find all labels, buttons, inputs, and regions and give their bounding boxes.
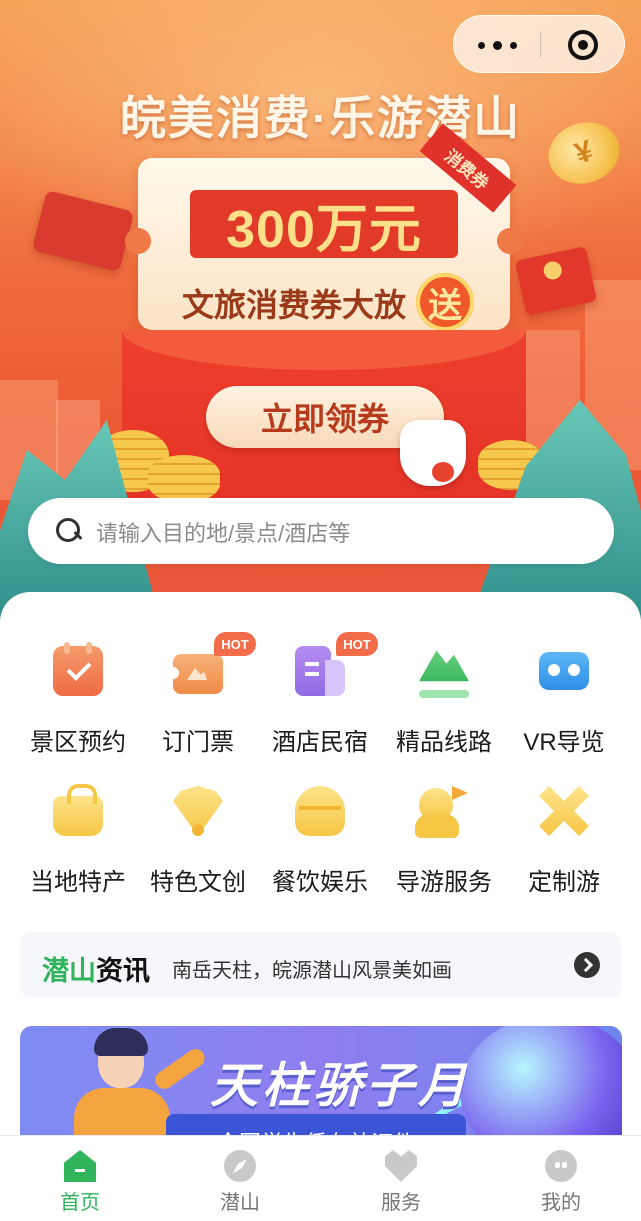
- service-label: 景区预约: [30, 729, 126, 756]
- mountain-icon: [419, 650, 469, 682]
- ticket-icon: [167, 654, 223, 694]
- service-hotels[interactable]: HOT 酒店民宿: [256, 632, 384, 756]
- service-routes[interactable]: 精品线路: [380, 632, 508, 756]
- news-headline: 南岳天柱，皖源潜山风景美如画: [172, 960, 452, 982]
- coupon-subtitle: 文旅消费券大放: [182, 287, 407, 323]
- search-input[interactable]: 请输入目的地/景点/酒店等: [28, 498, 614, 564]
- coin-stack-icon: [148, 455, 220, 503]
- hotel-icon: [295, 646, 345, 696]
- tab-services[interactable]: 服务: [321, 1136, 481, 1221]
- home-icon: [64, 1150, 96, 1182]
- compass-icon: [224, 1150, 256, 1182]
- hero-title: 皖美消费·乐游潜山: [119, 92, 522, 144]
- fan-pivot: [192, 824, 204, 836]
- person-hair: [94, 1028, 148, 1056]
- vr-glasses-icon: [539, 652, 589, 690]
- service-dining[interactable]: 餐饮娱乐: [256, 772, 384, 896]
- tab-label: 潜山: [220, 1192, 260, 1214]
- bowl-icon: [295, 786, 345, 836]
- person-arm: [151, 1045, 209, 1093]
- news-brand: 潜山资讯: [42, 956, 150, 987]
- mountain-base: [419, 690, 469, 698]
- chevron-right-icon[interactable]: [574, 952, 600, 978]
- service-label: VR导览: [523, 729, 605, 756]
- service-label: 特色文创: [150, 869, 246, 896]
- service-label: 精品线路: [396, 729, 492, 756]
- search-icon: [56, 518, 80, 542]
- tab-label: 我的: [541, 1192, 581, 1214]
- tab-home[interactable]: 首页: [0, 1136, 160, 1221]
- bottom-tab-bar: 首页 潜山 服务 我的: [0, 1135, 641, 1221]
- hero-banner[interactable]: 皖美消费·乐游潜山 ¥ 消费券 300万元 文旅消费券大放 送 立即领券 请输入…: [0, 0, 641, 620]
- service-tour-guide[interactable]: 导游服务: [380, 772, 508, 896]
- promo-title: 天柱骄子月: [210, 1060, 471, 1113]
- service-label: 导游服务: [396, 869, 492, 896]
- custom-tour-icon: [539, 786, 589, 836]
- hot-badge: HOT: [214, 632, 256, 656]
- tour-guide-body: [415, 814, 459, 838]
- service-scenic-reservation[interactable]: 景区预约: [14, 632, 142, 756]
- service-label: 订门票: [162, 729, 234, 756]
- tab-label: 首页: [60, 1192, 100, 1214]
- more-dots-icon[interactable]: [454, 16, 540, 74]
- service-label: 当地特产: [30, 869, 126, 896]
- tab-label: 服务: [381, 1192, 421, 1214]
- service-label: 定制游: [528, 869, 600, 896]
- service-cultural-creative[interactable]: 特色文创: [134, 772, 262, 896]
- pointing-hand-icon: [400, 420, 466, 486]
- service-tickets[interactable]: HOT 订门票: [134, 632, 262, 756]
- service-label: 餐饮娱乐: [272, 869, 368, 896]
- miniprogram-capsule: [453, 15, 625, 73]
- coupon-amount: 300万元: [190, 190, 458, 259]
- service-vr-tour[interactable]: VR导览: [500, 632, 628, 756]
- calendar-check-icon: [53, 642, 103, 696]
- close-target-icon[interactable]: [540, 16, 626, 74]
- main-content: 景区预约 HOT 订门票 HOT 酒店民宿 精品线路 VR导览 当地特产 特色文…: [0, 592, 641, 1156]
- profile-icon: [545, 1150, 577, 1182]
- service-local-products[interactable]: 当地特产: [14, 772, 142, 896]
- shopping-bag-icon: [53, 784, 103, 836]
- news-bar[interactable]: 潜山资讯 南岳天柱，皖源潜山风景美如画: [20, 932, 621, 998]
- service-icon: [385, 1150, 417, 1182]
- hot-badge: HOT: [336, 632, 378, 656]
- service-label: 酒店民宿: [272, 729, 368, 756]
- tour-flag: [452, 786, 468, 800]
- tab-profile[interactable]: 我的: [481, 1136, 641, 1221]
- send-badge: 送: [416, 273, 474, 331]
- tab-qianshan[interactable]: 潜山: [160, 1136, 320, 1221]
- service-custom-tour[interactable]: 定制游: [500, 772, 628, 896]
- search-placeholder: 请输入目的地/景点/酒店等: [96, 521, 351, 546]
